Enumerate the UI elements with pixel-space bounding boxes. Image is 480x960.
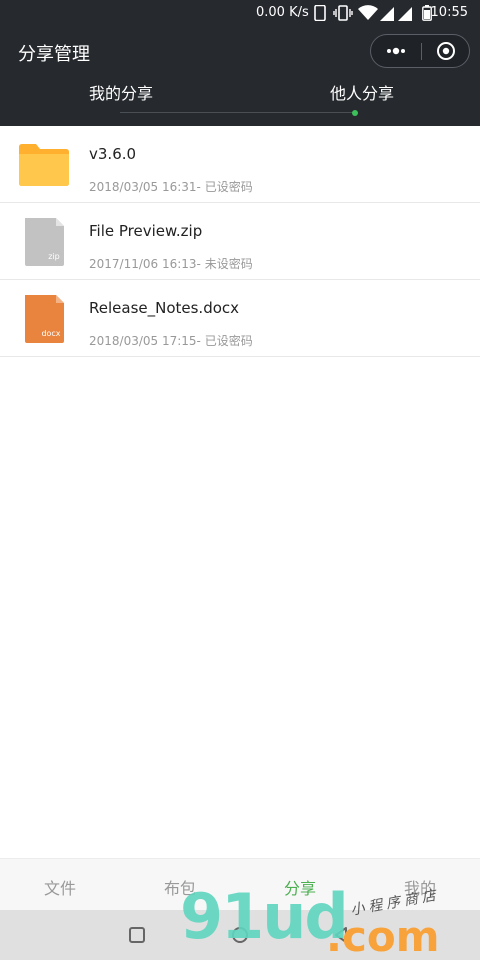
page-title: 分享管理 xyxy=(18,44,90,65)
tabbar-item-share[interactable]: 分享 xyxy=(284,875,316,899)
tab-my-shares[interactable]: 我的分享 xyxy=(89,80,153,104)
recent-apps-icon[interactable] xyxy=(126,924,148,946)
list-item[interactable]: v3.6.0 2018/03/05 16:31- 已设密码 xyxy=(0,126,480,203)
signal-icon-1 xyxy=(380,7,394,21)
list-item[interactable]: docx Release_Notes.docx 2018/03/05 17:15… xyxy=(0,280,480,357)
list-item[interactable]: zip File Preview.zip 2017/11/06 16:13- 未… xyxy=(0,203,480,280)
back-icon[interactable] xyxy=(330,924,352,946)
phone-icon xyxy=(314,5,326,21)
file-name: Release_Notes.docx xyxy=(89,299,240,317)
file-meta: 2018/03/05 16:31- 已设密码 xyxy=(89,180,253,194)
active-tab-indicator xyxy=(352,110,358,116)
tabbar-item-files[interactable]: 文件 xyxy=(44,875,76,899)
signal-icon-2 xyxy=(398,7,412,21)
file-list: v3.6.0 2018/03/05 16:31- 已设密码 zip File P… xyxy=(0,126,480,357)
mini-program-capsule xyxy=(370,34,470,68)
tab-indicator-track xyxy=(120,112,356,113)
bottom-tab-bar: 文件 布包 分享 我的 xyxy=(0,858,480,910)
zip-type-label: zip xyxy=(48,252,60,261)
tabbar-item-me[interactable]: 我的 xyxy=(404,875,436,899)
status-bar: 0.00 K/s 10:55 xyxy=(0,0,480,28)
tab-others-shares[interactable]: 他人分享 xyxy=(330,80,394,104)
file-name: v3.6.0 xyxy=(89,145,137,163)
system-nav-bar xyxy=(0,910,480,960)
more-icon[interactable] xyxy=(371,35,421,67)
zip-file-icon: zip xyxy=(25,218,64,266)
file-meta: 2017/11/06 16:13- 未设密码 xyxy=(89,257,253,271)
docx-file-icon: docx xyxy=(25,295,64,343)
docx-type-label: docx xyxy=(41,329,60,338)
header: 分享管理 我的分享 他人分享 xyxy=(0,28,480,126)
file-name: File Preview.zip xyxy=(89,222,203,240)
clock: 10:55 xyxy=(430,5,468,20)
close-target-icon[interactable] xyxy=(422,35,470,67)
folder-icon xyxy=(19,144,69,186)
file-meta: 2018/03/05 17:15- 已设密码 xyxy=(89,334,253,348)
home-icon[interactable] xyxy=(229,924,251,946)
vibrate-icon xyxy=(333,5,353,21)
tabbar-item-bundle[interactable]: 布包 xyxy=(164,875,196,899)
wifi-icon xyxy=(358,5,378,20)
network-speed: 0.00 K/s xyxy=(256,5,309,20)
